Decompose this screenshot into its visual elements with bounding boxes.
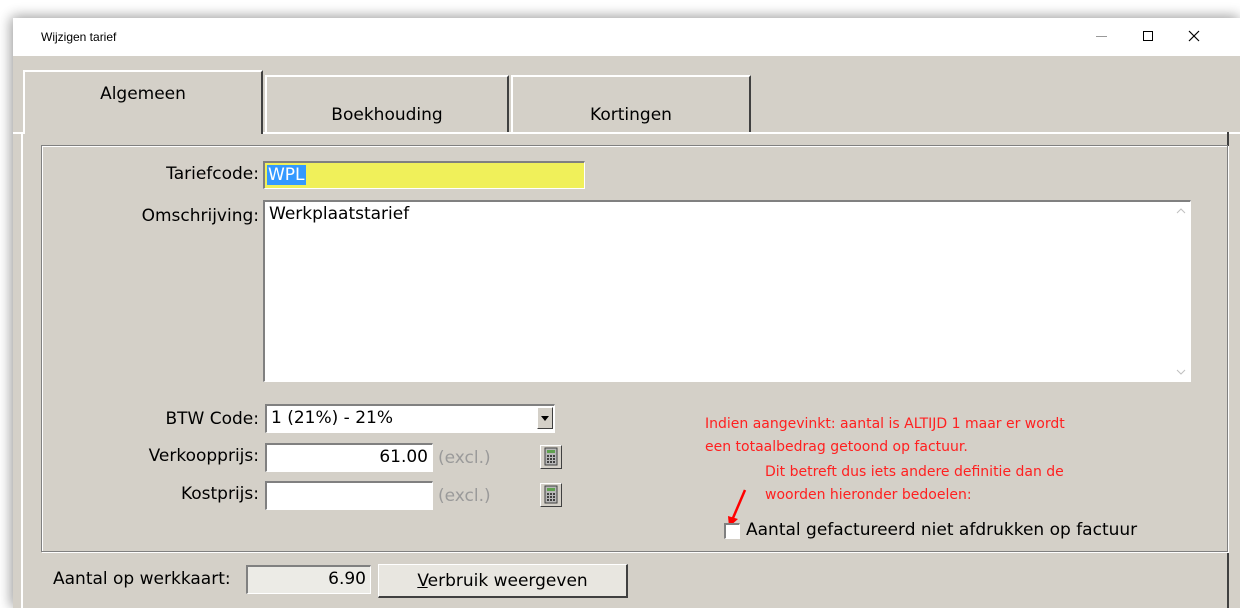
annotation-line-2: een totaalbedrag getoond op factuur. xyxy=(705,439,968,455)
werkkaart-value-field: 6.90 xyxy=(246,565,371,594)
close-button[interactable] xyxy=(1171,18,1217,54)
calculator-icon xyxy=(544,485,558,504)
minimize-icon xyxy=(1095,35,1107,37)
annotation-line-3: Dit betreft dus iets andere definitie da… xyxy=(765,464,1064,480)
kostprijs-label: Kostprijs: xyxy=(180,484,259,504)
annotation-line-4: woorden hieronder bedoelen: xyxy=(765,487,972,503)
dialog-window: Wijzigen tarief Algemeen Boekhouding Kor… xyxy=(13,18,1240,608)
tab-boekhouding[interactable]: Boekhouding xyxy=(265,75,509,132)
kostprijs-excl-label: (excl.) xyxy=(438,486,491,506)
verbruik-button-label: Verbruik weergeven xyxy=(417,570,588,591)
omschrijving-label: Omschrijving: xyxy=(141,206,259,226)
tab-label: Boekhouding xyxy=(331,104,443,125)
kostprijs-calculator-button[interactable] xyxy=(540,483,562,507)
scroll-up-icon xyxy=(1176,208,1186,214)
minimize-button[interactable] xyxy=(1078,18,1124,54)
tariefcode-value: WPL xyxy=(267,165,306,185)
niet-afdrukken-label[interactable]: Aantal gefactureerd niet afdrukken op fa… xyxy=(746,520,1137,540)
verkoopprijs-label: Verkoopprijs: xyxy=(148,446,259,466)
annotation-line-1: Indien aangevinkt: aantal is ALTIJD 1 ma… xyxy=(705,416,1065,432)
tariefcode-input[interactable]: WPL xyxy=(263,161,585,189)
btw-code-select[interactable]: 1 (21%) - 21% xyxy=(265,404,555,433)
maximize-icon xyxy=(1143,31,1153,41)
textarea-scrollbar[interactable] xyxy=(1172,202,1190,381)
close-icon xyxy=(1188,30,1200,42)
werkkaart-label: Aantal op werkkaart: xyxy=(53,569,231,589)
omschrijving-textarea[interactable]: Werkplaatstarief xyxy=(263,200,1191,382)
omschrijving-value: Werkplaatstarief xyxy=(269,204,410,224)
verkoopprijs-value: 61.00 xyxy=(379,447,428,467)
chevron-down-icon xyxy=(541,415,549,421)
tab-kortingen[interactable]: Kortingen xyxy=(511,75,751,132)
btw-code-label: BTW Code: xyxy=(165,409,259,429)
tab-label: Kortingen xyxy=(590,104,672,125)
verbruik-weergeven-button[interactable]: Verbruik weergeven xyxy=(378,564,628,598)
werkkaart-value: 6.90 xyxy=(328,569,366,589)
dropdown-button[interactable] xyxy=(537,407,553,429)
tab-label: Algemeen xyxy=(100,84,186,104)
verkoopprijs-input[interactable]: 61.00 xyxy=(265,443,433,472)
verkoopprijs-excl-label: (excl.) xyxy=(438,448,491,468)
btw-code-value: 1 (21%) - 21% xyxy=(271,408,393,428)
tab-algemeen[interactable]: Algemeen xyxy=(23,70,263,134)
tariefcode-label: Tariefcode: xyxy=(166,164,259,184)
maximize-button[interactable] xyxy=(1125,18,1171,54)
window-title: Wijzigen tarief xyxy=(41,30,117,44)
niet-afdrukken-checkbox[interactable] xyxy=(724,523,740,539)
title-bar: Wijzigen tarief xyxy=(13,18,1240,56)
calculator-icon xyxy=(544,447,558,466)
verkoopprijs-calculator-button[interactable] xyxy=(540,445,562,469)
scroll-down-icon xyxy=(1176,369,1186,375)
kostprijs-input[interactable] xyxy=(265,481,433,510)
